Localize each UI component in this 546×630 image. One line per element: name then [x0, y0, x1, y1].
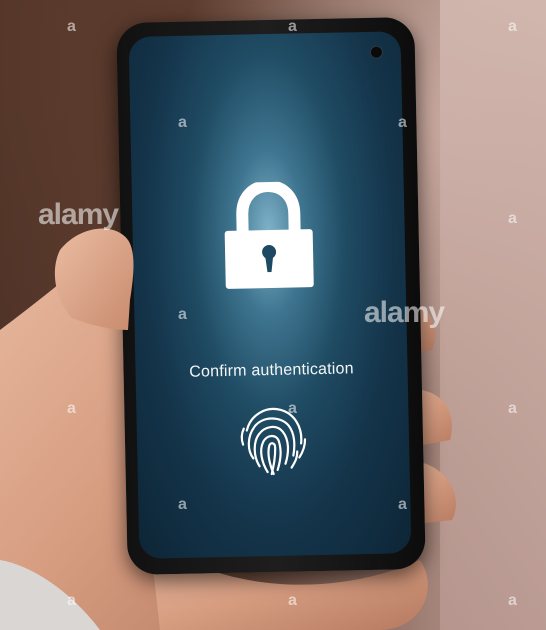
phone-screen: Confirm authentication	[128, 31, 412, 559]
auth-prompt: Confirm authentication	[189, 360, 354, 381]
fingerprint-icon[interactable]	[232, 399, 314, 481]
front-camera	[369, 45, 384, 59]
photo-scene: Confirm authentication alamy alamy a a a…	[0, 0, 546, 630]
smartphone: Confirm authentication	[116, 16, 426, 576]
padlock-icon	[224, 181, 314, 289]
